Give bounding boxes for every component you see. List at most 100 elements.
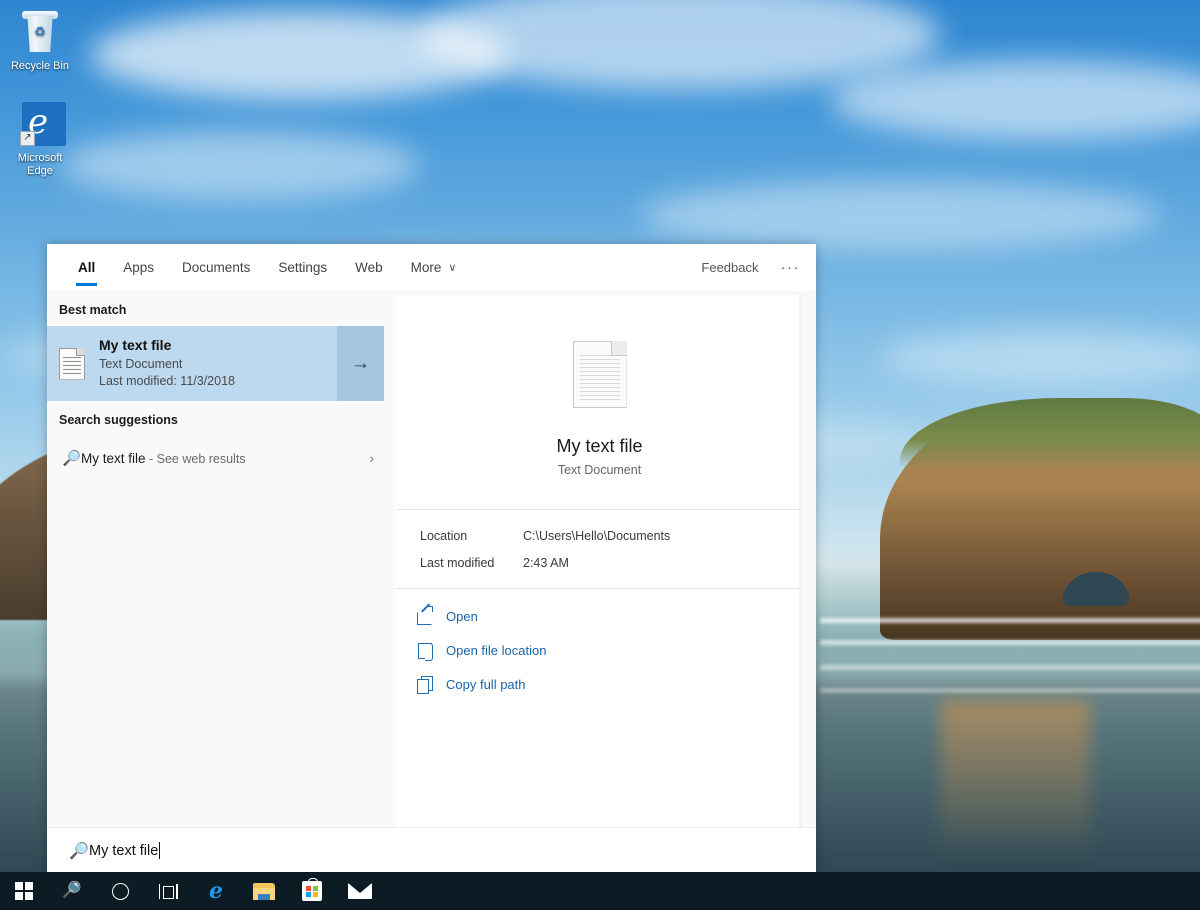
best-match-expand-button[interactable]: → — [337, 326, 384, 401]
desktop-icon-label-line2: Edge — [2, 165, 78, 178]
cloud — [640, 180, 1160, 250]
detail-row-last-modified: Last modified 2:43 AM — [420, 556, 804, 570]
desktop-icon-microsoft-edge[interactable]: e ↗ Microsoft Edge — [2, 100, 78, 178]
detail-value: 2:43 AM — [523, 556, 569, 570]
tab-documents[interactable]: Documents — [168, 244, 264, 291]
text-document-icon — [59, 348, 85, 380]
search-icon: 🔍 — [62, 883, 82, 899]
tab-bar-right-group: Feedback ··· — [701, 244, 816, 291]
preview-actions: Open Open file location Copy full path — [395, 589, 804, 693]
scrollbar-thumb[interactable] — [799, 295, 803, 827]
suggestion-hint: - See web results — [146, 452, 246, 466]
windows-logo-icon — [15, 882, 33, 900]
tab-label: More — [411, 260, 442, 275]
chevron-right-icon: › — [369, 450, 374, 466]
cortana-button[interactable] — [96, 872, 144, 910]
search-panel-body: Best match My text file Text Document La… — [47, 291, 816, 827]
tab-all[interactable]: All — [64, 244, 109, 291]
file-preview-pane: My text file Text Document Location C:\U… — [395, 295, 804, 827]
preview-column: My text file Text Document Location C:\U… — [384, 291, 816, 827]
surf-line — [820, 618, 1200, 623]
preview-subtitle: Text Document — [395, 463, 804, 477]
file-explorer-button[interactable] — [240, 872, 288, 910]
file-explorer-icon — [253, 883, 275, 900]
search-suggestion-label: My text file - See web results — [81, 451, 369, 466]
desktop-icon-recycle-bin[interactable]: ♻ Recycle Bin — [2, 8, 78, 73]
taskbar: 🔍 e — [0, 872, 1200, 910]
edge-icon: e ↗ — [16, 100, 64, 148]
search-input-bar[interactable]: 🔍 My text file — [47, 827, 816, 873]
detail-value: C:\Users\Hello\Documents — [523, 529, 670, 543]
tab-settings[interactable]: Settings — [264, 244, 341, 291]
surf-line — [820, 665, 1200, 670]
task-view-button[interactable] — [144, 872, 192, 910]
tab-label: Web — [355, 260, 383, 275]
shortcut-arrow-icon: ↗ — [20, 131, 35, 146]
action-label: Open file location — [446, 643, 546, 658]
best-match-heading: Best match — [47, 291, 384, 326]
search-suggestions-heading: Search suggestions — [47, 401, 384, 436]
best-match-content: My text file Text Document Last modified… — [47, 326, 337, 401]
tab-apps[interactable]: Apps — [109, 244, 168, 291]
taskbar-edge-button[interactable]: e — [192, 872, 240, 910]
recycle-bin-icon: ♻ — [16, 8, 64, 56]
action-label: Open — [446, 609, 478, 624]
cloud — [880, 330, 1200, 385]
chevron-down-icon: ∨ — [448, 261, 456, 274]
best-match-subtitle: Text Document — [99, 356, 235, 373]
more-options-icon[interactable]: ··· — [781, 259, 801, 276]
desktop: ♻ Recycle Bin e ↗ Microsoft Edge All App… — [0, 0, 1200, 910]
search-results-column: Best match My text file Text Document La… — [47, 291, 384, 827]
water-reflection — [940, 700, 1090, 860]
tab-label: Documents — [182, 260, 250, 275]
cloud — [60, 130, 420, 200]
action-open-file-location[interactable]: Open file location — [416, 641, 804, 659]
feedback-button[interactable]: Feedback — [701, 260, 758, 275]
cloud — [420, 0, 940, 90]
desktop-icon-label: Recycle Bin — [2, 60, 78, 73]
action-label: Copy full path — [446, 677, 526, 692]
search-tab-bar: All Apps Documents Settings Web More ∨ F… — [47, 244, 816, 291]
start-button[interactable] — [0, 872, 48, 910]
microsoft-store-icon — [302, 881, 322, 901]
open-external-icon — [416, 607, 434, 625]
best-match-result-row[interactable]: My text file Text Document Last modified… — [47, 326, 384, 401]
cloud — [830, 60, 1200, 140]
microsoft-store-button[interactable] — [288, 872, 336, 910]
task-view-icon — [159, 884, 178, 899]
action-open[interactable]: Open — [416, 607, 804, 625]
mail-button[interactable] — [336, 872, 384, 910]
surf-line — [820, 640, 1200, 645]
search-icon: 🔍 — [63, 841, 89, 861]
mail-icon — [348, 883, 372, 899]
text-document-large-icon — [573, 341, 627, 408]
tab-label: Apps — [123, 260, 154, 275]
action-copy-full-path[interactable]: Copy full path — [416, 675, 804, 693]
search-icon: 🔍 — [59, 449, 81, 467]
preview-hero: My text file Text Document — [395, 295, 804, 509]
suggestion-query: My text file — [81, 451, 146, 466]
preview-scrollbar[interactable] — [799, 295, 803, 827]
desktop-icon-label: Microsoft — [2, 152, 78, 165]
taskbar-search-button[interactable]: 🔍 — [48, 872, 96, 910]
windows-search-panel: All Apps Documents Settings Web More ∨ F… — [47, 244, 816, 873]
copy-icon — [416, 675, 434, 693]
preview-details: Location C:\Users\Hello\Documents Last m… — [395, 510, 804, 588]
tab-label: All — [78, 260, 95, 275]
search-suggestion-row[interactable]: 🔍 My text file - See web results › — [47, 436, 384, 480]
detail-key: Last modified — [420, 556, 523, 570]
preview-title: My text file — [395, 436, 804, 457]
tab-label: Settings — [278, 260, 327, 275]
tab-web[interactable]: Web — [341, 244, 397, 291]
cliff-grass — [900, 398, 1200, 468]
text-cursor — [159, 842, 160, 859]
surf-line — [820, 688, 1200, 693]
search-input[interactable]: My text file — [89, 843, 158, 859]
folder-open-icon — [416, 641, 434, 659]
cortana-icon — [112, 883, 129, 900]
best-match-last-modified: Last modified: 11/3/2018 — [99, 373, 235, 390]
arrow-right-icon: → — [351, 353, 370, 375]
tab-more[interactable]: More ∨ — [397, 244, 471, 291]
best-match-title: My text file — [99, 337, 235, 353]
detail-key: Location — [420, 529, 523, 543]
